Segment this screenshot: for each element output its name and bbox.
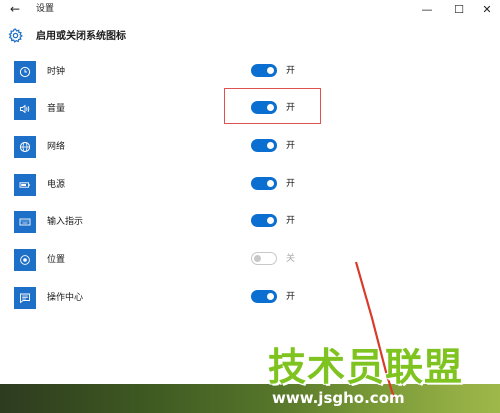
toggle-knob bbox=[267, 293, 274, 300]
network-tile bbox=[14, 136, 36, 158]
watermark-logo-text: 技术员联盟 bbox=[268, 345, 464, 389]
toggle-knob bbox=[267, 180, 274, 187]
toggle-knob bbox=[267, 142, 274, 149]
input-indicator-tile bbox=[14, 211, 36, 233]
action-center-tile bbox=[14, 287, 36, 309]
maximize-button[interactable]: ☐ bbox=[444, 0, 474, 20]
item-label: 音量 bbox=[47, 104, 66, 114]
network-icon bbox=[19, 141, 31, 153]
item-label: 输入指示 bbox=[47, 217, 84, 227]
state-label: 开 bbox=[286, 216, 296, 226]
item-label: 操作中心 bbox=[47, 293, 84, 303]
list-item-power: 电源 开 bbox=[0, 172, 500, 202]
page-header: 启用或关闭系统图标 bbox=[0, 22, 500, 50]
list-item-network: 网络 开 bbox=[0, 134, 500, 164]
battery-icon bbox=[19, 182, 30, 188]
item-label: 网络 bbox=[47, 142, 66, 152]
toggle-knob bbox=[267, 217, 274, 224]
clock-tile bbox=[14, 61, 36, 83]
state-label: 开 bbox=[286, 66, 296, 76]
location-tile bbox=[14, 249, 36, 271]
power-toggle[interactable] bbox=[251, 177, 277, 190]
close-button[interactable]: ✕ bbox=[472, 0, 500, 20]
action-center-icon bbox=[20, 293, 30, 304]
clock-toggle[interactable] bbox=[251, 64, 277, 77]
minimize-button[interactable]: — bbox=[412, 0, 442, 20]
list-item-action-center: 操作中心 开 bbox=[0, 285, 500, 315]
state-label: 开 bbox=[286, 292, 296, 302]
gear-icon bbox=[8, 28, 23, 43]
state-label: 关 bbox=[286, 254, 296, 264]
location-toggle[interactable] bbox=[251, 252, 277, 265]
toggle-knob bbox=[267, 67, 274, 74]
clock-icon bbox=[19, 66, 31, 78]
state-label: 开 bbox=[286, 141, 296, 151]
highlight-box bbox=[224, 88, 321, 124]
toggle-knob bbox=[254, 255, 261, 262]
app-title: 设置 bbox=[36, 4, 55, 14]
item-label: 电源 bbox=[47, 180, 66, 190]
state-label: 开 bbox=[286, 179, 296, 189]
item-label: 时钟 bbox=[47, 67, 66, 77]
title-bar: ← 设置 — ☐ ✕ bbox=[0, 0, 500, 20]
power-tile bbox=[14, 174, 36, 196]
keyboard-icon bbox=[19, 218, 31, 226]
back-arrow-icon[interactable]: ← bbox=[7, 1, 23, 17]
page-title: 启用或关闭系统图标 bbox=[36, 31, 126, 42]
network-toggle[interactable] bbox=[251, 139, 277, 152]
location-icon bbox=[20, 255, 30, 265]
list-item-clock: 时钟 开 bbox=[0, 59, 500, 89]
list-item-input-indicator: 输入指示 开 bbox=[0, 209, 500, 239]
volume-icon bbox=[20, 104, 30, 114]
item-label: 位置 bbox=[47, 255, 66, 265]
watermark-url: www.jsgho.com bbox=[272, 389, 405, 407]
list-item-location: 位置 关 bbox=[0, 247, 500, 277]
input-indicator-toggle[interactable] bbox=[251, 214, 277, 227]
volume-tile bbox=[14, 98, 36, 120]
action-center-toggle[interactable] bbox=[251, 290, 277, 303]
